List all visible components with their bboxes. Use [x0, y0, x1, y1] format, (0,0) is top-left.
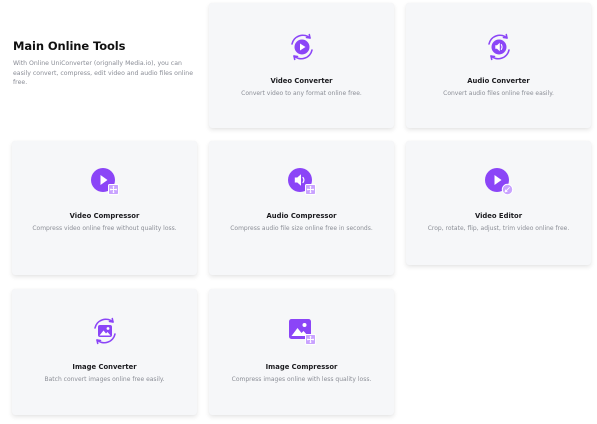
tool-description: Compress audio file size online free in … [230, 225, 373, 232]
section-description: With Online UniConverter (orignally Medi… [13, 60, 194, 87]
tool-title: Audio Compressor [266, 212, 337, 220]
tool-description: Crop, rotate, flip, adjust, trim video o… [427, 225, 570, 232]
tool-description: Convert video to any format online free. [241, 90, 362, 97]
tool-card-video-editor[interactable]: Video Editor Crop, rotate, flip, adjust,… [406, 141, 591, 265]
tool-card-audio-converter[interactable]: Audio Converter Convert audio files onli… [406, 3, 591, 128]
tool-card-video-converter[interactable]: Video Converter Convert video to any for… [209, 3, 394, 128]
image-convert-icon [93, 317, 116, 345]
tool-card-video-compressor[interactable]: Video Compressor Compress video online f… [12, 141, 197, 275]
tool-description: Compress images online with less quality… [231, 376, 372, 383]
tool-description: Convert audio files online free easily. [443, 90, 554, 97]
tool-title: Image Converter [72, 363, 137, 371]
tool-title: Audio Converter [467, 77, 530, 85]
image-compress-icon [288, 319, 316, 345]
section-title: Main Online Tools [13, 39, 126, 53]
tool-card-audio-compressor[interactable]: Audio Compressor Compress audio file siz… [209, 141, 394, 275]
video-convert-icon [290, 33, 313, 61]
tool-description: Batch convert images online free easily. [44, 376, 165, 383]
tool-description: Compress video online free without quali… [32, 225, 177, 232]
audio-convert-icon [487, 33, 510, 61]
tool-title: Video Editor [474, 212, 523, 220]
tool-card-image-converter[interactable]: Image Converter Batch convert images onl… [12, 289, 197, 415]
video-compress-icon [90, 168, 119, 195]
tool-card-image-compressor[interactable]: Image Compressor Compress images online … [209, 289, 394, 415]
tool-title: Video Compressor [69, 212, 140, 220]
tool-title: Image Compressor [265, 363, 338, 371]
tool-title: Video Converter [270, 77, 333, 85]
audio-compress-icon [287, 168, 316, 195]
intro-section: Main Online Tools With Online UniConvert… [13, 39, 198, 88]
video-edit-icon [484, 168, 513, 196]
